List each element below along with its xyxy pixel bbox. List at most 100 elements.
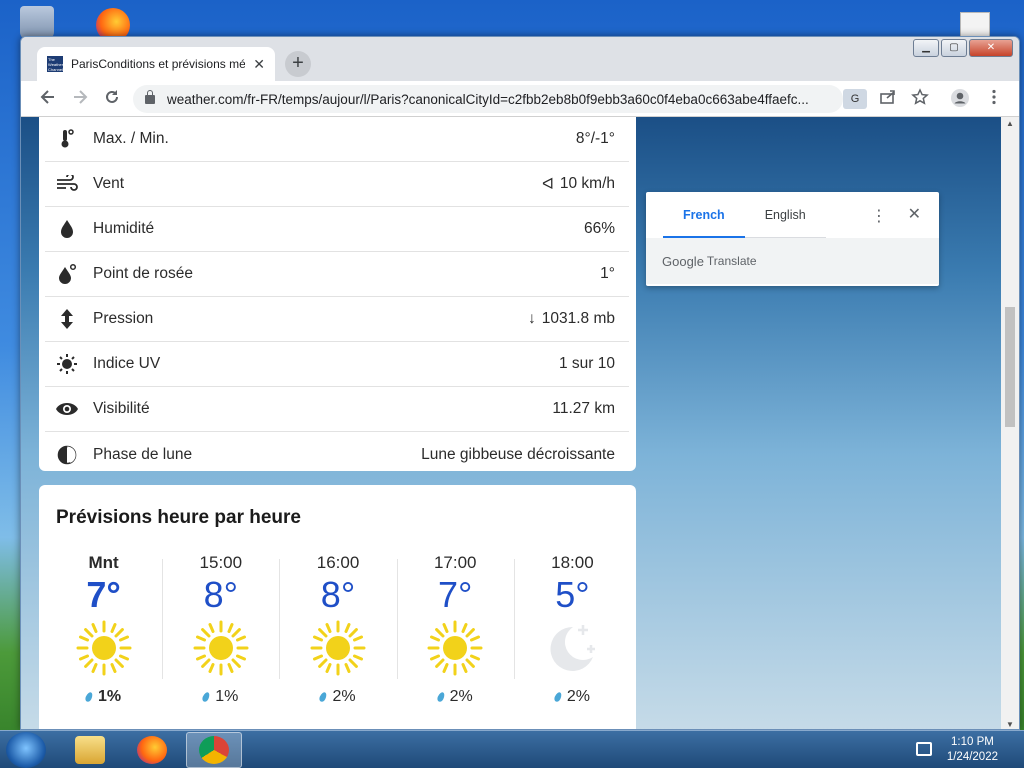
share-button[interactable]: [877, 88, 899, 110]
hour-temp: 8°: [203, 574, 239, 615]
hour-time: 16:00: [316, 553, 360, 572]
tab-close-icon[interactable]: ✕: [253, 56, 265, 73]
hour-temp: 8°: [320, 574, 356, 615]
chrome-window: The Weather Channel ParisConditions et p…: [20, 36, 1020, 730]
clock-time: 1:10 PM: [951, 736, 994, 748]
chrome-menu-button[interactable]: [983, 88, 1005, 110]
taskbar-explorer[interactable]: [62, 732, 118, 768]
rain-drop-icon: [553, 691, 563, 703]
hour-time: 18:00: [551, 553, 594, 572]
translate-page-icon[interactable]: G: [843, 89, 867, 109]
hour-precip-value: 2%: [566, 688, 590, 705]
taskbar-firefox[interactable]: [124, 732, 180, 768]
share-icon: [880, 90, 895, 104]
hour-item[interactable]: 17:00 7° 2%: [396, 547, 514, 717]
language-tab-french[interactable]: French: [663, 192, 745, 238]
hour-time: 17:00: [433, 553, 477, 572]
profile-button[interactable]: [949, 88, 971, 110]
detail-row-pressure: Pression ↓ 1031.8 mb: [45, 297, 629, 342]
detail-label: Max. / Min.: [93, 130, 169, 147]
translate-popup: French English ⋮ ✕ Google Translate: [646, 192, 939, 286]
detail-value: 1°: [600, 265, 615, 283]
detail-value: ↓ 1031.8 mb: [528, 310, 615, 328]
hour-precip-value: 1%: [215, 688, 239, 705]
rain-drop-icon: [435, 691, 446, 703]
translate-options-icon[interactable]: ⋮: [871, 206, 887, 226]
detail-value: 66%: [584, 220, 615, 238]
detail-value-text: 8°/-1°: [575, 130, 615, 147]
back-arrow-icon: [40, 90, 54, 104]
language-tab-english[interactable]: English: [744, 192, 826, 238]
detail-row-wind: Vent ᐊ 10 km/h: [45, 162, 629, 207]
dew-point-icon: [55, 262, 79, 286]
moon-phase-icon: [55, 443, 79, 467]
detail-value: 8°/-1°: [576, 130, 615, 148]
page-viewport: Max. / Min. 8°/-1° Vent ᐊ 10 km/h Humidit…: [21, 117, 1003, 729]
back-button[interactable]: [37, 88, 59, 110]
detail-row-max-min: Max. / Min. 8°/-1°: [45, 117, 629, 162]
hour-precip: 2%: [397, 688, 514, 706]
lock-icon[interactable]: [145, 89, 155, 104]
start-button[interactable]: [6, 732, 46, 768]
reload-button[interactable]: [101, 88, 123, 110]
scroll-up-icon[interactable]: ▲: [1006, 119, 1014, 128]
minimize-button[interactable]: ▁: [913, 39, 939, 57]
pressure-icon: [55, 307, 79, 331]
hour-time: 15:00: [199, 553, 243, 572]
browser-tab[interactable]: The Weather Channel ParisConditions et p…: [37, 47, 275, 81]
weather-channel-favicon-icon: The Weather Channel: [47, 56, 64, 72]
hourly-title: Prévisions heure par heure: [56, 507, 301, 528]
new-tab-button[interactable]: +: [285, 51, 311, 77]
detail-value: 1 sur 10: [559, 355, 615, 373]
hour-item[interactable]: 18:00 5° 2%: [513, 547, 631, 717]
wind-direction-icon: ᐊ: [541, 175, 554, 193]
today-details-card: Max. / Min. 8°/-1° Vent ᐊ 10 km/h Humidit…: [39, 117, 636, 471]
bookmark-star-button[interactable]: [909, 88, 931, 110]
humidity-drop-icon: [55, 217, 79, 241]
forward-button[interactable]: [69, 88, 91, 110]
sun-icon: [427, 620, 483, 676]
browser-toolbar: weather.com/fr-FR/temps/aujour/l/Paris?c…: [21, 81, 1019, 117]
hour-precip-value: 2%: [449, 688, 473, 705]
pressure-trend-icon: ↓: [528, 310, 536, 327]
rain-drop-icon: [318, 691, 329, 703]
kebab-menu-icon: [992, 89, 996, 105]
maximize-button[interactable]: ▢: [941, 39, 967, 57]
hour-item[interactable]: 15:00 8° 1%: [162, 547, 279, 717]
hourly-list: Mnt 7° 1% 15:00 8° 1% 16:00 8° 2% 17:00 …: [45, 547, 631, 717]
detail-value: Lune gibbeuse décroissante: [421, 446, 615, 464]
translate-language-tabs: French English: [646, 192, 939, 238]
hour-precip: 2%: [279, 688, 396, 706]
detail-label: Indice UV: [93, 355, 161, 372]
system-clock[interactable]: 1:10 PM 1/24/2022: [947, 735, 998, 765]
firefox-icon: [137, 736, 167, 764]
page-scrollbar[interactable]: ▲ ▼: [1001, 117, 1019, 729]
rain-drop-icon: [201, 691, 212, 703]
hourly-forecast-card: Prévisions heure par heure Mnt 7° 1% 15:…: [39, 485, 636, 729]
hour-temp: 7°: [86, 574, 121, 615]
hour-precip: 1%: [162, 688, 279, 706]
hour-precip-value: 1%: [98, 688, 122, 705]
title-bar: The Weather Channel ParisConditions et p…: [21, 37, 1019, 81]
hour-temp: 7°: [438, 574, 473, 615]
detail-value-text: 1031.8 mb: [541, 310, 615, 327]
network-icon[interactable]: [916, 742, 932, 756]
hour-item[interactable]: 16:00 8° 2%: [279, 547, 396, 717]
detail-row-humidity: Humidité 66%: [45, 207, 629, 252]
scroll-thumb[interactable]: [1005, 307, 1015, 427]
scroll-down-icon[interactable]: ▼: [1006, 720, 1014, 729]
hour-temp: 5°: [555, 574, 590, 615]
clock-date: 1/24/2022: [946, 751, 998, 763]
google-logo-text: Google: [662, 253, 704, 269]
address-bar[interactable]: weather.com/fr-FR/temps/aujour/l/Paris?c…: [133, 85, 843, 113]
detail-value-text: 10 km/h: [559, 175, 615, 192]
close-window-button[interactable]: ✕: [969, 39, 1013, 57]
url-text[interactable]: weather.com/fr-FR/temps/aujour/l/Paris?c…: [167, 92, 827, 107]
translate-close-icon[interactable]: ✕: [908, 204, 921, 224]
detail-row-dew-point: Point de rosée 1°: [45, 252, 629, 297]
recycle-bin-icon[interactable]: [20, 6, 54, 40]
taskbar-chrome[interactable]: [186, 732, 242, 768]
hour-item[interactable]: Mnt 7° 1%: [45, 547, 162, 717]
detail-value-text: 1 sur 10: [558, 355, 615, 372]
detail-row-visibility: Visibilité 11.27 km: [45, 387, 629, 432]
